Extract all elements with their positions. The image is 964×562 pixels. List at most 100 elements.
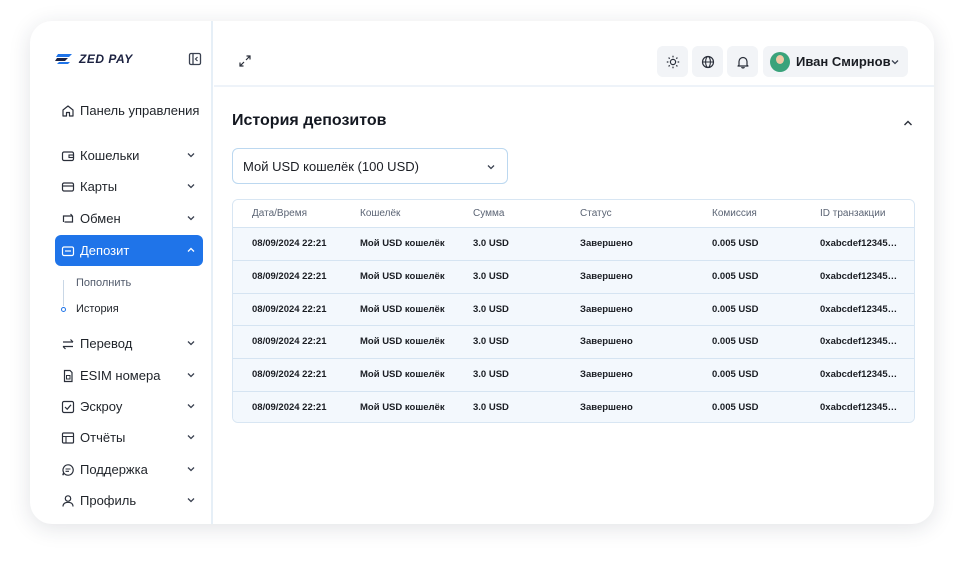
deposits-table: Дата/Время Кошелёк Сумма Статус Комиссия…: [232, 199, 915, 423]
cell-fee: 0.005 USD: [712, 270, 759, 282]
cell-fee: 0.005 USD: [712, 369, 759, 381]
table-row[interactable]: 08/09/2024 22:21 Мой USD кошелёк 3.0 USD…: [233, 292, 914, 326]
fullscreen-button[interactable]: [238, 54, 252, 68]
table-header: Дата/Время Кошелёк Сумма Статус Комиссия…: [233, 200, 914, 227]
cell-amount: 3.0 USD: [473, 369, 509, 381]
cell-fee: 0.005 USD: [712, 303, 759, 315]
cell-amount: 3.0 USD: [473, 270, 509, 282]
cell-datetime: 08/09/2024 22:21: [252, 369, 327, 381]
cell-txid[interactable]: 0xabcdef12345…: [820, 228, 897, 259]
sidebar-item-label: ESIM номера: [80, 368, 161, 383]
sidebar-item-label: Профиль: [80, 493, 137, 508]
cell-txid[interactable]: 0xabcdef12345…: [820, 261, 897, 292]
app-window: ZED PAY Панель управления Кошельки Карты…: [30, 21, 934, 524]
bell-icon: [736, 56, 749, 69]
sidebar-subitem-topup[interactable]: Пополнить: [76, 277, 131, 289]
theme-toggle-button[interactable]: [657, 46, 688, 77]
logo-text: ZED PAY: [79, 52, 133, 66]
home-icon: [61, 104, 75, 118]
active-dot: [61, 307, 66, 312]
cell-status: Завершено: [580, 270, 633, 282]
chevron-down-icon: [186, 150, 196, 160]
sidebar-item-label: Карты: [80, 179, 118, 194]
column-header-datetime[interactable]: Дата/Время: [252, 200, 307, 227]
chevron-down-icon: [186, 213, 196, 223]
notifications-button[interactable]: [727, 46, 758, 77]
deposit-icon: [61, 244, 75, 258]
sim-icon: [61, 369, 75, 383]
chevron-down-icon: [186, 432, 196, 442]
globe-icon: [701, 55, 714, 68]
column-header-wallet[interactable]: Кошелёк: [360, 200, 400, 227]
cell-txid[interactable]: 0xabcdef12345…: [820, 326, 897, 357]
sidebar-item-escrow[interactable]: Эскроу: [55, 391, 203, 422]
sidebar-collapse-button[interactable]: [188, 52, 202, 66]
sidebar-item-deposit[interactable]: Депозит: [55, 235, 203, 266]
sidebar-item-label: Кошельки: [80, 148, 140, 163]
wallet-select[interactable]: Мой USD кошелёк (100 USD): [232, 148, 508, 184]
support-icon: [61, 463, 75, 477]
table-row[interactable]: 08/09/2024 22:21 Мой USD кошелёк 3.0 USD…: [233, 259, 914, 293]
wallet-icon: [61, 149, 75, 163]
sidebar-item-profile[interactable]: Профиль: [55, 485, 203, 516]
sun-icon: [666, 55, 679, 68]
cell-txid[interactable]: 0xabcdef12345…: [820, 359, 897, 390]
table-row[interactable]: 08/09/2024 22:21 Мой USD кошелёк 3.0 USD…: [233, 358, 914, 391]
sidebar-item-exchange[interactable]: Обмен: [55, 203, 203, 234]
sidebar-item-label: Перевод: [80, 336, 133, 351]
cell-amount: 3.0 USD: [473, 303, 509, 315]
sidebar-item-support[interactable]: Поддержка: [55, 454, 203, 485]
chevron-down-icon: [186, 495, 196, 505]
chevron-down-icon: [486, 162, 496, 172]
avatar: [770, 51, 790, 72]
cell-datetime: 08/09/2024 22:21: [252, 238, 327, 249]
user-name: Иван Смирнов: [796, 54, 891, 69]
sidebar-item-label: Панель управления: [80, 103, 200, 118]
cell-txid[interactable]: 0xabcdef12345…: [820, 294, 897, 325]
cell-wallet: Мой USD кошелёк: [360, 369, 445, 381]
cell-wallet: Мой USD кошелёк: [360, 238, 445, 249]
chevron-down-icon: [890, 57, 900, 67]
user-menu-button[interactable]: Иван Смирнов: [763, 46, 908, 77]
cell-status: Завершено: [580, 336, 633, 348]
sidebar-item-transfer[interactable]: Перевод: [55, 328, 203, 359]
cell-amount: 3.0 USD: [473, 238, 509, 249]
cell-status: Завершено: [580, 303, 633, 315]
table-row[interactable]: 08/09/2024 22:21 Мой USD кошелёк 3.0 USD…: [233, 390, 914, 422]
table-row[interactable]: 08/09/2024 22:21 Мой USD кошелёк 3.0 USD…: [233, 227, 914, 260]
column-header-txid[interactable]: ID транзакции: [820, 200, 885, 227]
sidebar-item-cards[interactable]: Карты: [55, 171, 203, 202]
cell-wallet: Мой USD кошелёк: [360, 401, 445, 413]
language-button[interactable]: [692, 46, 723, 77]
sidebar-item-label: Эскроу: [80, 399, 123, 414]
chevron-down-icon: [186, 464, 196, 474]
column-header-fee[interactable]: Комиссия: [712, 200, 757, 227]
cell-datetime: 08/09/2024 22:21: [252, 303, 327, 315]
sidebar-item-label: Депозит: [80, 243, 130, 258]
cell-wallet: Мой USD кошелёк: [360, 270, 445, 282]
sidebar-item-wallets[interactable]: Кошельки: [55, 140, 203, 171]
profile-icon: [61, 494, 75, 508]
section-collapse-button[interactable]: [902, 117, 914, 129]
sidebar-item-label: Обмен: [80, 211, 121, 226]
cell-txid[interactable]: 0xabcdef12345…: [820, 392, 897, 422]
wallet-select-value: Мой USD кошелёк (100 USD): [243, 158, 419, 174]
chevron-up-icon: [904, 120, 912, 126]
table-row[interactable]: 08/09/2024 22:21 Мой USD кошелёк 3.0 USD…: [233, 325, 914, 359]
column-header-amount[interactable]: Сумма: [473, 200, 504, 227]
sidebar-subitem-history[interactable]: История: [76, 303, 119, 315]
cell-status: Завершено: [580, 238, 633, 249]
sidebar-item-dashboard[interactable]: Панель управления: [55, 95, 203, 126]
sidebar-item-esim[interactable]: ESIM номера: [55, 360, 203, 391]
column-header-status[interactable]: Статус: [580, 200, 612, 227]
sidebar-item-reports[interactable]: Отчёты: [55, 422, 203, 453]
logo[interactable]: ZED PAY: [54, 52, 133, 66]
sidebar-item-label: Поддержка: [80, 462, 148, 477]
chevron-down-icon: [186, 401, 196, 411]
cell-amount: 3.0 USD: [473, 401, 509, 413]
cell-status: Завершено: [580, 369, 633, 381]
page-title: История депозитов: [232, 112, 387, 129]
cell-fee: 0.005 USD: [712, 336, 759, 348]
cell-amount: 3.0 USD: [473, 336, 509, 348]
cell-wallet: Мой USD кошелёк: [360, 336, 445, 348]
